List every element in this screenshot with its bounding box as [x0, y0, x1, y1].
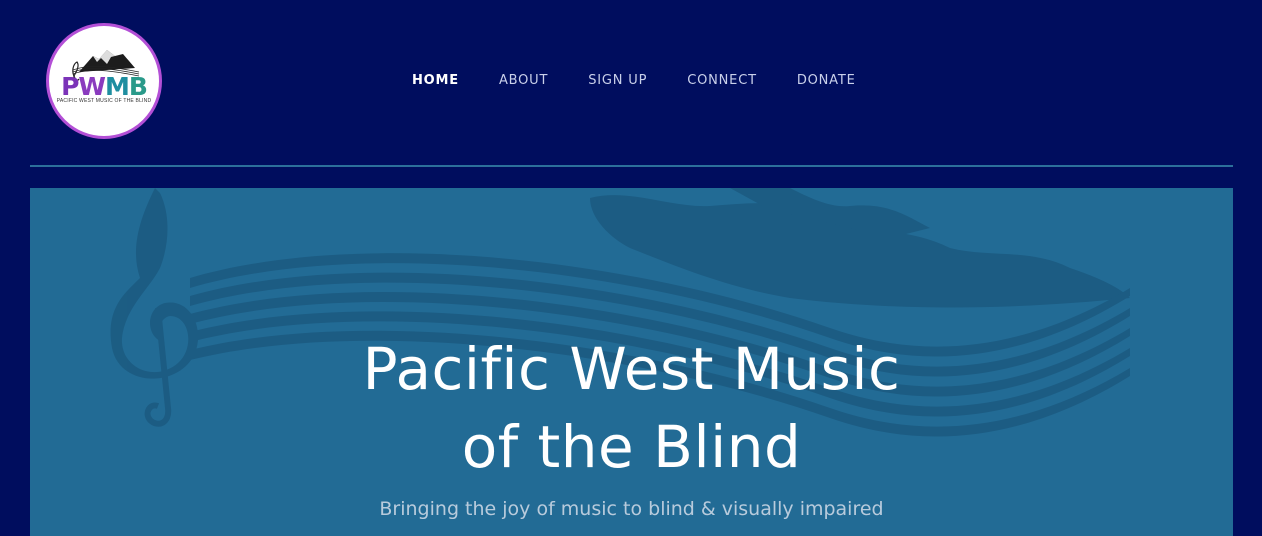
main-nav: HOME ABOUT SIGN UP CONNECT DONATE: [412, 73, 896, 88]
header-divider: [30, 165, 1233, 167]
nav-donate[interactable]: DONATE: [797, 73, 856, 88]
hero-banner: Pacific West Music of the Blind Bringing…: [30, 188, 1233, 536]
logo-subtitle: PACIFIC WEST MUSIC OF THE BLIND: [56, 98, 152, 104]
nav-connect[interactable]: CONNECT: [687, 73, 757, 88]
logo-wordmark: PWMB: [61, 72, 148, 101]
nav-home[interactable]: HOME: [412, 73, 459, 88]
hero-title-line-1: Pacific West Music: [362, 335, 901, 403]
site-header: PWMB PACIFIC WEST MUSIC OF THE BLIND HOM…: [0, 0, 1262, 166]
nav-about[interactable]: ABOUT: [499, 73, 548, 88]
nav-sign-up[interactable]: SIGN UP: [588, 73, 647, 88]
hero-title-line-2: of the Blind: [461, 413, 802, 481]
site-logo[interactable]: PWMB PACIFIC WEST MUSIC OF THE BLIND: [46, 23, 162, 139]
hero-title: Pacific West Music of the Blind: [30, 330, 1233, 486]
hero-subtitle: Bringing the joy of music to blind & vis…: [379, 498, 884, 520]
